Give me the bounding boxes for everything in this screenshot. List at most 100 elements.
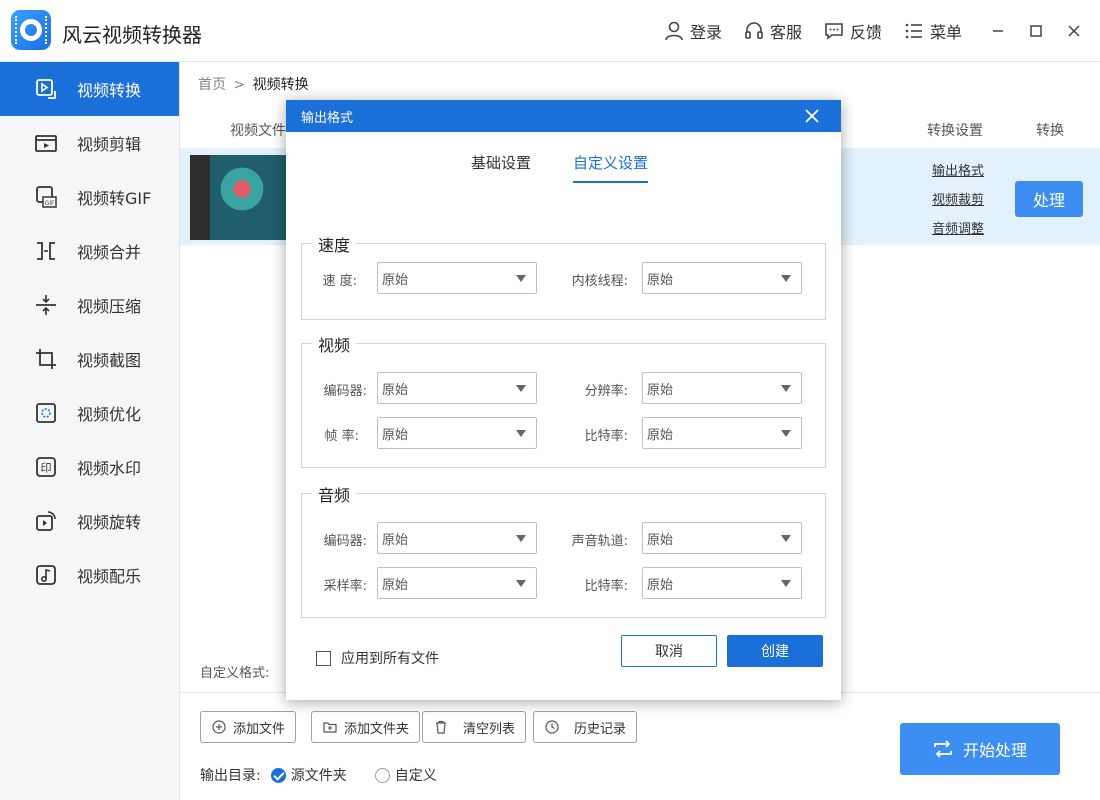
resolution-value: 原始: [647, 382, 674, 398]
music-icon: [33, 562, 59, 588]
compress-icon: [33, 292, 59, 318]
resolution-select[interactable]: 原始: [642, 372, 802, 404]
dialog-close-icon[interactable]: [803, 107, 821, 125]
create-button[interactable]: 创建: [727, 635, 823, 667]
caret-down-icon: [516, 385, 526, 392]
sidebar-item-clip[interactable]: 视频剪辑: [0, 116, 179, 170]
maximize-icon: [1030, 25, 1042, 37]
add-folder-button[interactable]: 添加文件夹: [311, 711, 421, 743]
plus-circle-icon: [211, 719, 227, 735]
menu-label: 菜单: [929, 23, 962, 42]
source-folder-label[interactable]: 源文件夹: [291, 765, 347, 785]
sidebar-item-label: 视频剪辑: [77, 135, 142, 154]
samplerate-select[interactable]: 原始: [377, 567, 537, 599]
sidebar-item-compress[interactable]: 视频压缩: [0, 278, 179, 332]
sidebar-item-label: 视频压缩: [77, 297, 142, 316]
audio-bitrate-value: 原始: [647, 577, 674, 593]
video-crop-link[interactable]: 视频裁剪: [932, 189, 984, 208]
close-window-button[interactable]: [1060, 17, 1088, 45]
login-button[interactable]: 登录: [664, 19, 722, 43]
minimize-button[interactable]: [984, 17, 1012, 45]
caret-down-icon: [781, 385, 791, 392]
fps-select[interactable]: 原始: [377, 417, 537, 449]
app-title: 风云视频转换器: [62, 23, 202, 47]
channel-label: 声音轨道:: [571, 534, 628, 549]
cancel-button[interactable]: 取消: [621, 635, 717, 667]
folder-plus-icon: [322, 719, 338, 735]
chat-icon: [825, 23, 843, 40]
caret-down-icon: [781, 535, 791, 542]
history-button[interactable]: 历史记录: [533, 711, 638, 743]
custom-dir-label[interactable]: 自定义: [395, 765, 437, 785]
output-format-dialog: 输出格式 基础设置 自定义设置 速度 速 度: 原始 内核线程: 原始 视频 编…: [286, 100, 841, 700]
history-label: 历史记录: [574, 721, 627, 737]
minimize-icon: [993, 30, 1003, 32]
video-group: 视频 编码器: 原始 分辨率: 原始 帧 率: 原始 比特率: 原始: [301, 332, 826, 468]
audio-group-title: 音频: [312, 482, 357, 506]
sidebar-item-optimize[interactable]: 视频优化: [0, 386, 179, 440]
add-folder-label: 添加文件夹: [344, 721, 410, 737]
sidebar: 视频转换 视频剪辑 GIF 视频转GIF 视频合并 视频压缩 视频截图 视频优化…: [0, 62, 180, 800]
column-header-settings: 转换设置: [927, 123, 983, 139]
clear-list-button[interactable]: 清空列表: [422, 711, 527, 743]
process-button[interactable]: 处理: [1015, 181, 1083, 217]
speed-select[interactable]: 原始: [377, 262, 537, 294]
video-codec-value: 原始: [382, 382, 409, 398]
trash-icon: [433, 719, 449, 735]
video-bitrate-select[interactable]: 原始: [642, 417, 802, 449]
convert-icon: [33, 76, 59, 102]
audio-bitrate-select[interactable]: 原始: [642, 567, 802, 599]
service-button[interactable]: 客服: [744, 19, 802, 43]
sidebar-item-label: 视频转换: [77, 81, 142, 100]
add-file-button[interactable]: 添加文件: [200, 711, 297, 743]
output-dir-label: 输出目录:: [200, 768, 261, 784]
tab-basic-settings[interactable]: 基础设置: [471, 152, 531, 181]
output-format-link[interactable]: 输出格式: [932, 160, 984, 179]
speed-group: 速度 速 度: 原始 内核线程: 原始: [301, 232, 826, 320]
apply-all-label: 应用到所有文件: [341, 651, 439, 667]
sidebar-item-screenshot[interactable]: 视频截图: [0, 332, 179, 386]
sidebar-item-gif[interactable]: GIF 视频转GIF: [0, 170, 179, 224]
dialog-tabs: 基础设置 自定义设置: [286, 152, 841, 184]
title-bar: 风云视频转换器 登录 客服 反馈 菜单: [0, 0, 1100, 62]
apply-all-checkbox[interactable]: 应用到所有文件: [316, 648, 439, 668]
feedback-label: 反馈: [849, 23, 882, 42]
threads-select[interactable]: 原始: [642, 262, 802, 294]
caret-down-icon: [781, 430, 791, 437]
channel-select[interactable]: 原始: [642, 522, 802, 554]
svg-text:印: 印: [41, 462, 52, 475]
sidebar-item-label: 视频水印: [77, 459, 142, 478]
headset-icon: [745, 22, 763, 39]
samplerate-label: 采样率:: [323, 579, 367, 594]
tab-custom-settings[interactable]: 自定义设置: [573, 152, 649, 183]
checkbox-box[interactable]: [316, 650, 331, 666]
sidebar-item-watermark[interactable]: 印 视频水印: [0, 440, 179, 494]
video-codec-select[interactable]: 原始: [377, 372, 537, 404]
audio-bitrate-label: 比特率:: [584, 579, 628, 594]
threads-label: 内核线程:: [571, 274, 628, 289]
fps-value: 原始: [382, 427, 409, 443]
sidebar-item-label: 视频转GIF: [77, 189, 152, 208]
video-bitrate-value: 原始: [647, 427, 674, 443]
sidebar-item-music[interactable]: 视频配乐: [0, 548, 179, 602]
feedback-button[interactable]: 反馈: [824, 19, 882, 43]
audio-group: 音频 编码器: 原始 声音轨道: 原始 采样率: 原始 比特率: 原始: [301, 482, 826, 618]
breadcrumb-home[interactable]: 首页: [198, 77, 226, 93]
convert-arrows-icon: [934, 740, 952, 758]
clock-icon: [544, 719, 560, 735]
source-folder-radio[interactable]: [270, 767, 286, 783]
audio-codec-select[interactable]: 原始: [377, 522, 537, 554]
resolution-label: 分辨率:: [584, 384, 628, 399]
audio-codec-label: 编码器:: [323, 534, 367, 549]
menu-button[interactable]: 菜单: [904, 19, 962, 43]
sidebar-item-label: 视频旋转: [77, 513, 142, 532]
sidebar-item-merge[interactable]: 视频合并: [0, 224, 179, 278]
custom-dir-radio[interactable]: [374, 767, 390, 783]
start-process-button[interactable]: 开始处理: [900, 723, 1060, 775]
maximize-button[interactable]: [1022, 17, 1050, 45]
sidebar-item-rotate[interactable]: 视频旋转: [0, 494, 179, 548]
sidebar-item-convert[interactable]: 视频转换: [0, 62, 179, 116]
output-directory: 输出目录: 源文件夹 自定义: [200, 765, 437, 785]
list-icon: [905, 23, 922, 39]
audio-adjust-link[interactable]: 音频调整: [932, 218, 984, 237]
